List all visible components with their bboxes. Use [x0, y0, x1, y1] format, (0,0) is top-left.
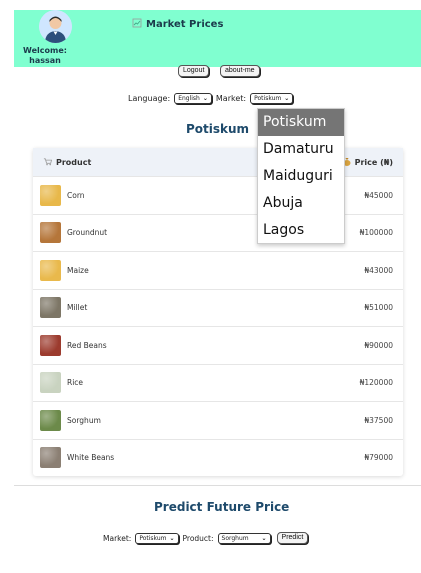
- predict-product-label: Product:: [182, 533, 214, 543]
- product-name: Millet: [67, 303, 88, 313]
- about-me-button[interactable]: about-me: [220, 65, 260, 77]
- product-image: [40, 222, 61, 244]
- table-row: Maize ₦43000: [33, 251, 403, 289]
- language-value: English: [178, 95, 200, 102]
- product-cell: Millet: [40, 297, 88, 319]
- product-name: White Beans: [67, 453, 115, 463]
- user-avatar: [39, 10, 72, 43]
- product-cell: Corn: [40, 184, 85, 206]
- welcome-label: Welcome:: [23, 46, 67, 55]
- logout-button[interactable]: Logout: [178, 65, 210, 77]
- language-select[interactable]: English ⌄: [174, 93, 212, 104]
- table-row: White Beans ₦79000: [33, 438, 403, 477]
- app-header: Welcome: hassan Market Prices: [14, 10, 421, 67]
- product-name: Rice: [67, 378, 84, 388]
- market-select[interactable]: Potiskum ⌄: [250, 93, 294, 104]
- filter-row: Language: English ⌄ Market: Potiskum ⌄: [128, 93, 294, 104]
- product-image: [40, 334, 61, 356]
- price-header-label: Price (₦): [354, 157, 393, 167]
- table-row: Sorghum ₦37500: [33, 401, 403, 439]
- table-row: Rice ₦120000: [33, 363, 403, 402]
- predict-market-label: Market:: [103, 533, 132, 543]
- predict-product-select[interactable]: Sorghum ⌄: [217, 532, 271, 544]
- chevron-down-icon: ⌄: [284, 95, 290, 102]
- dropdown-option-maiduguri[interactable]: Maiduguri: [258, 163, 344, 190]
- product-price: ₦45000: [364, 190, 393, 200]
- product-image: [40, 184, 61, 206]
- product-image: [40, 372, 61, 394]
- predict-market-select[interactable]: Potiskum ⌄: [135, 532, 179, 544]
- product-image: [40, 409, 61, 431]
- language-label: Language:: [128, 94, 171, 103]
- product-name: Sorghum: [67, 415, 101, 425]
- page-title: Market Prices: [132, 18, 223, 31]
- product-price: ₦79000: [364, 453, 393, 463]
- predict-product-value: Sorghum: [221, 534, 249, 542]
- market-label: Market:: [215, 94, 247, 103]
- dropdown-option-damaturu[interactable]: Damaturu: [258, 136, 344, 163]
- product-price: ₦100000: [359, 228, 393, 238]
- table-row: Corn ₦45000: [33, 176, 403, 214]
- cart-icon: [43, 157, 53, 168]
- table-row: Groundnut ₦100000: [33, 213, 403, 252]
- chevron-down-icon: ⌄: [202, 95, 208, 102]
- product-price: ₦37500: [364, 415, 393, 425]
- user-icon: [39, 10, 72, 43]
- page-title-text: Market Prices: [146, 19, 224, 30]
- product-image: [40, 447, 61, 469]
- dropdown-option-lagos[interactable]: Lagos: [258, 217, 344, 244]
- predict-market-value: Potiskum: [139, 534, 167, 542]
- product-price: ₦90000: [364, 340, 393, 350]
- username: hassan: [29, 56, 61, 65]
- table-header: Product Price (₦): [33, 148, 403, 176]
- product-name: Corn: [67, 190, 85, 200]
- market-heading: Potiskum: [186, 122, 250, 136]
- product-cell: Rice: [40, 372, 84, 394]
- chevron-down-icon: ⌄: [261, 534, 267, 542]
- section-divider: [14, 485, 421, 486]
- dropdown-option-potiskum[interactable]: Potiskum: [258, 109, 344, 136]
- predict-heading: Predict Future Price: [154, 500, 290, 514]
- product-name: Groundnut: [67, 228, 108, 238]
- table-row: Millet ₦51000: [33, 288, 403, 327]
- predict-button[interactable]: Predict: [276, 532, 309, 544]
- market-value: Potiskum: [254, 95, 282, 102]
- product-image: [40, 259, 61, 281]
- product-cell: Red Beans: [40, 334, 107, 356]
- product-header-label: Product: [56, 157, 92, 167]
- price-table: Product Price (₦) Corn ₦45000 Groundnut ₦10…: [33, 148, 403, 476]
- product-image: [40, 297, 61, 319]
- product-cell: White Beans: [40, 447, 115, 469]
- table-row: Red Beans ₦90000: [33, 326, 403, 364]
- dropdown-option-abuja[interactable]: Abuja: [258, 190, 344, 217]
- chevron-down-icon: ⌄: [169, 534, 175, 542]
- product-name: Maize: [67, 265, 89, 275]
- table-body: Corn ₦45000 Groundnut ₦100000 Maize ₦43000 Mil…: [33, 176, 403, 476]
- product-price: ₦120000: [359, 378, 393, 388]
- product-price: ₦51000: [364, 303, 393, 313]
- chart-icon: [132, 18, 142, 31]
- predict-form: Market: Potiskum ⌄ Product: Sorghum ⌄ Pr…: [103, 532, 309, 544]
- price-column-header: Price (₦): [343, 157, 393, 168]
- product-cell: Groundnut: [40, 222, 108, 244]
- product-price: ₦43000: [364, 265, 393, 275]
- product-cell: Maize: [40, 259, 89, 281]
- product-column-header: Product: [43, 157, 91, 168]
- market-dropdown-menu: Potiskum Damaturu Maiduguri Abuja Lagos: [257, 108, 345, 244]
- welcome-text: Welcome: hassan: [14, 46, 76, 66]
- product-name: Red Beans: [67, 340, 107, 350]
- product-cell: Sorghum: [40, 409, 101, 431]
